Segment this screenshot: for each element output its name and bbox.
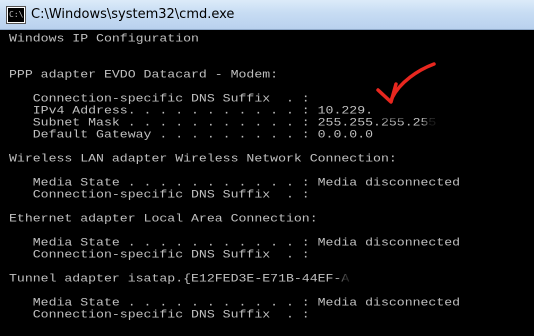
title-bar[interactable]: C:\ C:\Windows\system32\cmd.exe bbox=[0, 0, 534, 30]
console-line: Connection-specific DNS Suffix . : bbox=[9, 92, 310, 105]
console-line: Default Gateway . . . . . . . . . : 0.0.… bbox=[9, 128, 374, 141]
console-line: Media State . . . . . . . . . . . : Medi… bbox=[9, 236, 461, 249]
console-line: Subnet Mask . . . . . . . . . . . : 255.… bbox=[9, 116, 437, 129]
console-line: Wireless LAN adapter Wireless Network Co… bbox=[9, 152, 397, 165]
redaction-smudge bbox=[430, 119, 470, 128]
console-line: Media State . . . . . . . . . . . : Medi… bbox=[9, 296, 461, 309]
console-line: IPv4 Address. . . . . . . . . . . : 10.2… bbox=[9, 104, 374, 117]
console-line: Connection-specific DNS Suffix . : bbox=[9, 188, 310, 201]
redaction-smudge bbox=[345, 275, 505, 284]
redaction-smudge bbox=[382, 107, 404, 115]
console-line: Connection-specific DNS Suffix . : bbox=[9, 248, 310, 261]
console-line: Media State . . . . . . . . . . . : Medi… bbox=[9, 176, 461, 189]
console-line: Windows IP Configuration bbox=[9, 32, 199, 45]
console-line: Ethernet adapter Local Area Connection: bbox=[9, 212, 318, 225]
console-line: PPP adapter EVDO Datacard - Modem: bbox=[9, 68, 279, 81]
console-output[interactable]: Windows IP Configuration PPP adapter EVD… bbox=[0, 30, 534, 336]
window-title: C:\Windows\system32\cmd.exe bbox=[31, 7, 235, 22]
console-line: Connection-specific DNS Suffix . : bbox=[9, 308, 310, 321]
console-line: Tunnel adapter isatap.{E12FED3E-E71B-44E… bbox=[9, 272, 350, 285]
cmd-app-icon[interactable]: C:\ bbox=[7, 7, 25, 23]
